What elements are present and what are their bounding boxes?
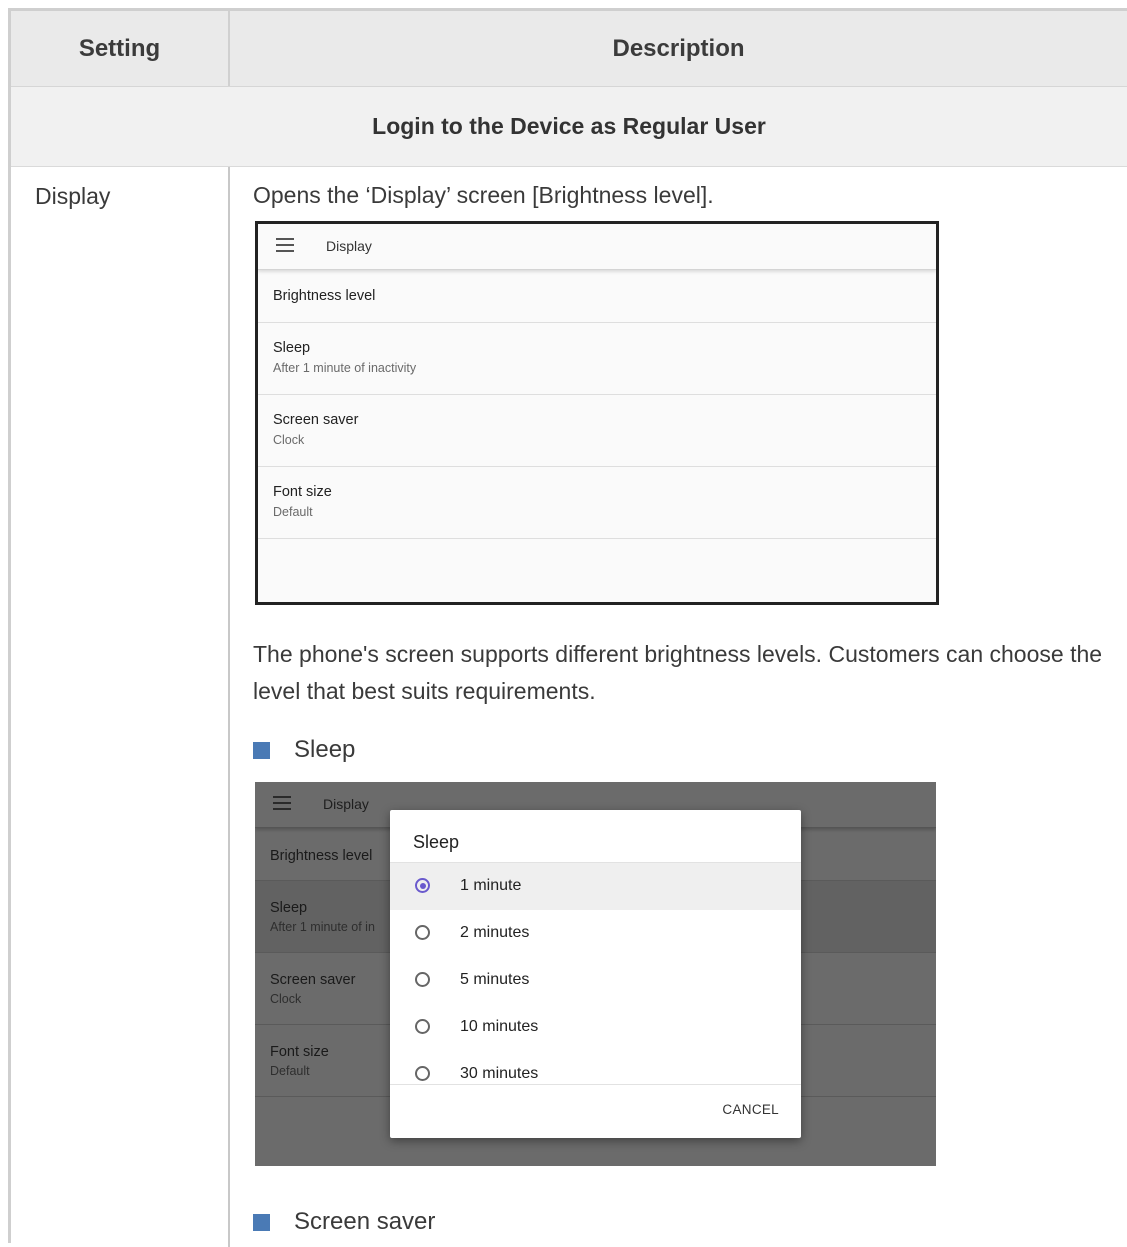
sleep-dialog-screenshot: Display Brightness level Sleep After 1 m… [255, 782, 936, 1166]
list-item-title: Sleep [273, 340, 311, 356]
list-item-subtitle: Clock [270, 992, 302, 1006]
bullet-screen-saver: Screen saver [253, 1208, 435, 1236]
list-item-font-size[interactable]: Font size Default [258, 467, 936, 539]
list-item-title: Brightness level [273, 288, 376, 304]
option-label: 1 minute [460, 877, 522, 894]
header-setting: Setting [11, 11, 230, 86]
option-5-minutes[interactable]: 5 minutes [390, 957, 801, 1004]
option-label: 2 minutes [460, 924, 530, 941]
option-10-minutes[interactable]: 10 minutes [390, 1004, 801, 1051]
section-title: Login to the Device as Regular User [11, 87, 1127, 167]
list-item-subtitle: After 1 minute of in [270, 920, 375, 934]
header-description: Description [612, 34, 745, 62]
list-item-subtitle: After 1 minute of inactivity [273, 361, 417, 375]
dialog-options-list[interactable]: 1 minute 2 minutes 5 minutes 10 minutes … [390, 862, 801, 1085]
table-header-row: Setting Description [11, 11, 1127, 87]
description-intro: Opens the ‘Display’ screen [Brightness l… [253, 182, 714, 208]
list-item-subtitle: Default [270, 1064, 310, 1078]
radio-unselected-icon[interactable] [415, 1066, 430, 1081]
option-2-minutes[interactable]: 2 minutes [390, 910, 801, 957]
radio-selected-icon[interactable] [415, 878, 430, 893]
option-label: 10 minutes [460, 1018, 539, 1035]
list-item-subtitle: Clock [273, 433, 305, 447]
radio-unselected-icon[interactable] [415, 1019, 430, 1034]
dialog-title: Sleep [413, 832, 460, 852]
radio-unselected-icon[interactable] [415, 925, 430, 940]
list-item-subtitle: Default [273, 505, 313, 519]
list-item-title: Screen saver [270, 972, 356, 988]
list-item-title: Font size [270, 1044, 329, 1060]
list-item-title: Sleep [270, 900, 308, 916]
option-label: 30 minutes [460, 1065, 539, 1082]
list-item-title: Screen saver [273, 412, 359, 428]
cancel-button[interactable]: CANCEL [722, 1102, 779, 1117]
bullet-label: Screen saver [294, 1208, 436, 1235]
bullet-sleep: Sleep [253, 736, 355, 764]
hamburger-menu-icon[interactable] [276, 238, 294, 252]
setting-name: Display [35, 183, 111, 209]
list-item-title: Font size [273, 484, 332, 500]
settings-table: Setting Description Login to the Device … [8, 8, 1127, 1247]
description-paragraph: The phone's screen supports different br… [253, 641, 1103, 704]
bullet-square-icon [253, 1213, 270, 1231]
bullet-label: Sleep [294, 736, 356, 763]
hamburger-menu-icon[interactable] [273, 796, 291, 810]
option-1-minute[interactable]: 1 minute [390, 863, 801, 910]
bullet-square-icon [253, 741, 270, 759]
list-item-title: Brightness level [270, 848, 373, 864]
list-item-sleep[interactable]: Sleep After 1 minute of inactivity [258, 323, 936, 395]
column-divider [228, 167, 230, 1247]
sleep-dialog: Sleep 1 minute 2 minutes 5 minutes 10 mi… [390, 810, 801, 1138]
option-label: 5 minutes [460, 971, 530, 988]
app-bar-title: Display [323, 796, 369, 812]
app-bar-title: Display [326, 238, 372, 254]
list-item-brightness[interactable]: Brightness level [258, 270, 936, 323]
option-30-minutes[interactable]: 30 minutes [390, 1051, 801, 1084]
display-screen-screenshot: Display Brightness level Sleep After 1 m… [255, 221, 939, 605]
list-item-screen-saver[interactable]: Screen saver Clock [258, 395, 936, 467]
app-bar: Display [258, 224, 936, 270]
radio-unselected-icon[interactable] [415, 972, 430, 987]
